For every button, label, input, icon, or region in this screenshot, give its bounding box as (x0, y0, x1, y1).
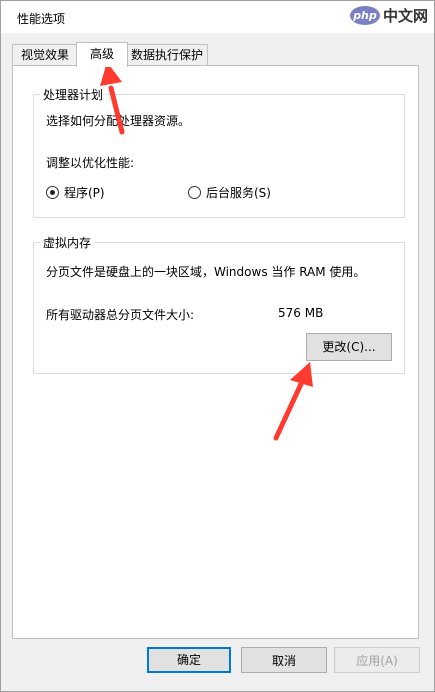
processor-scheduling-title: 处理器计划 (40, 86, 107, 103)
ok-button[interactable]: 确定 (147, 647, 231, 673)
watermark-text: 中文网 (382, 7, 428, 25)
radio-background-services-circle[interactable] (188, 186, 201, 199)
change-virtual-memory-button[interactable]: 更改(C)... (306, 333, 392, 361)
apply-button[interactable]: 应用(A) (334, 647, 420, 673)
paging-file-description: 分页文件是硬盘上的一块区域，Windows 当作 RAM 使用。 (46, 265, 366, 279)
processor-scheduling-group: 处理器计划 选择如何分配处理器资源。 调整以优化性能: 程序(P) 后台服务(S… (33, 86, 405, 218)
radio-programs-circle[interactable] (46, 186, 59, 199)
radio-background-services[interactable]: 后台服务(S) (188, 184, 271, 201)
watermark: php 中文网 (349, 5, 428, 26)
tab-data-execution-prevention[interactable]: 数据执行保护 (126, 44, 208, 66)
adjust-performance-label: 调整以优化性能: (46, 156, 135, 170)
window-title: 性能选项 (17, 12, 66, 26)
performance-options-dialog: 性能选项 php 中文网 视觉效果 高级 数据执行保护 处理器计划 选择如何分配… (0, 0, 435, 692)
total-paging-file-value: 576 MB (278, 306, 324, 320)
total-paging-file-label: 所有驱动器总分页文件大小: (46, 308, 195, 322)
watermark-logo: php (349, 6, 380, 25)
tab-panel-advanced: 处理器计划 选择如何分配处理器资源。 调整以优化性能: 程序(P) 后台服务(S… (12, 65, 419, 639)
title-bar: 性能选项 php 中文网 (1, 1, 434, 33)
tab-advanced[interactable]: 高级 (76, 42, 128, 67)
radio-programs[interactable]: 程序(P) (46, 184, 105, 201)
radio-programs-label: 程序(P) (64, 186, 105, 200)
radio-background-services-label: 后台服务(S) (206, 186, 271, 200)
virtual-memory-group: 虚拟内存 分页文件是硬盘上的一块区域，Windows 当作 RAM 使用。 所有… (33, 234, 405, 374)
virtual-memory-title: 虚拟内存 (40, 234, 95, 251)
cancel-button[interactable]: 取消 (241, 647, 327, 673)
tab-visual-effects[interactable]: 视觉效果 (12, 44, 78, 66)
processor-description: 选择如何分配处理器资源。 (46, 114, 191, 128)
